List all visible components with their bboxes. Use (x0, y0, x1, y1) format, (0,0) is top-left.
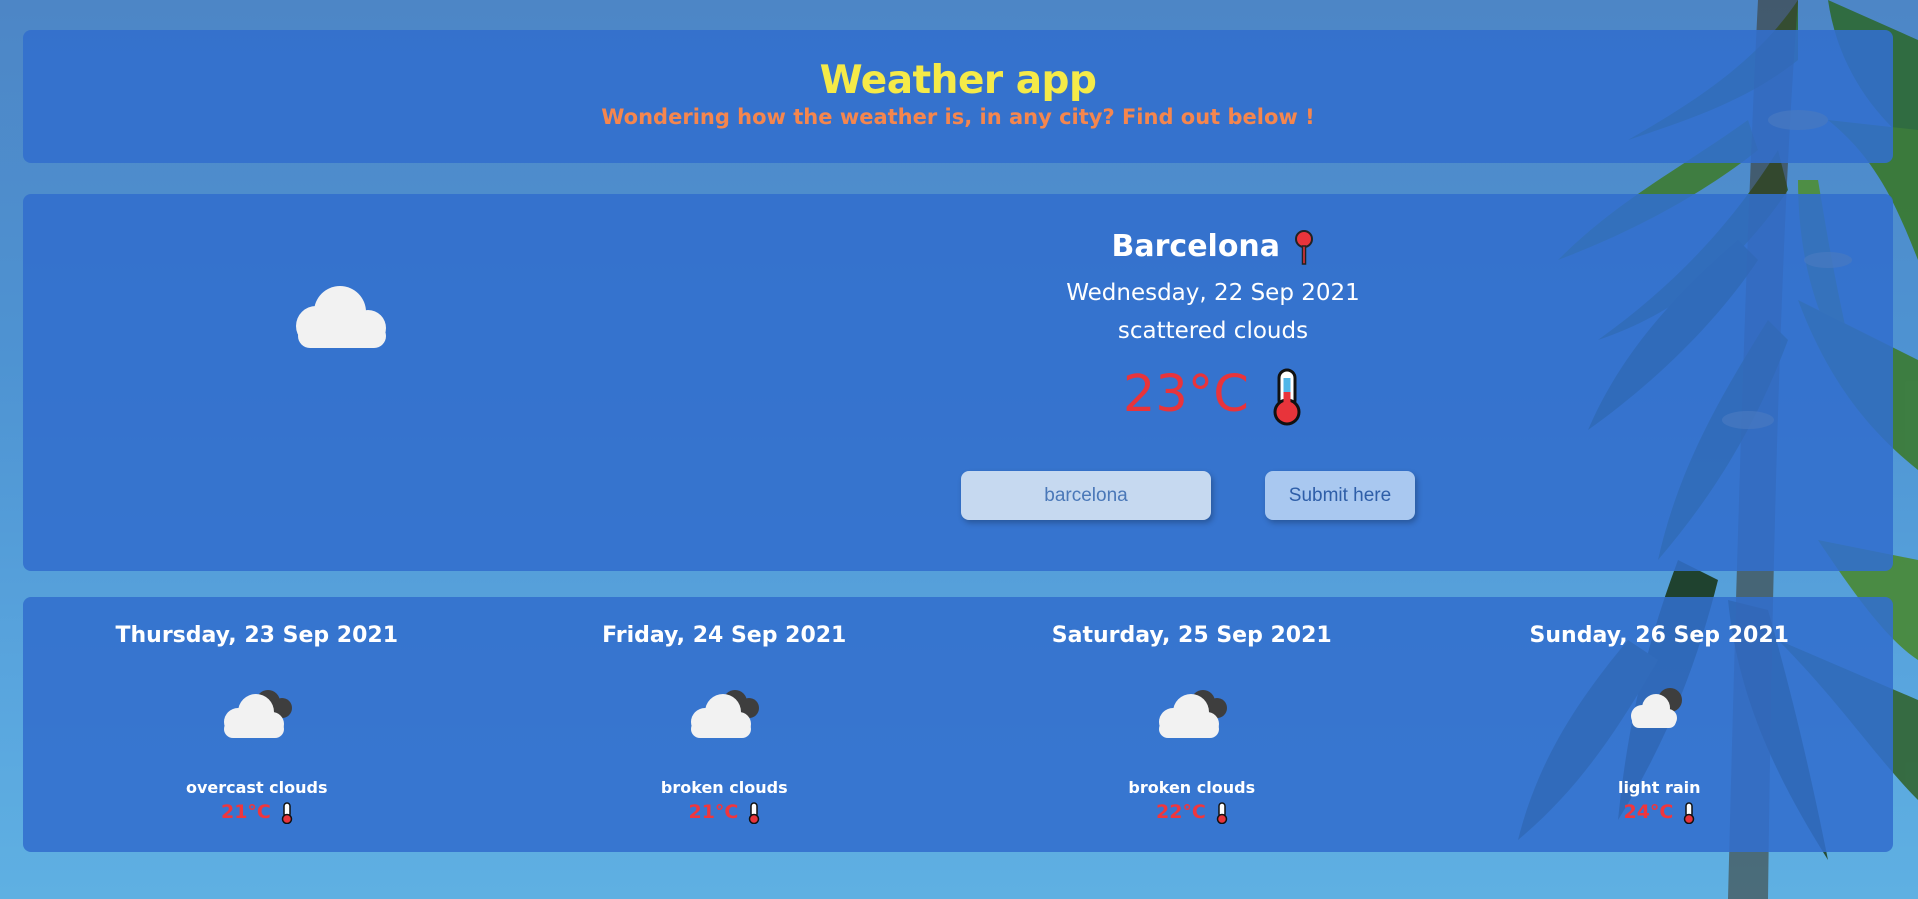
forecast-temperature-line: 22°C (958, 801, 1426, 824)
forecast-description: overcast clouds (185, 778, 328, 797)
thermometer-icon (748, 801, 760, 824)
forecast-temperature-line: 21°C (491, 801, 959, 824)
current-temperature: 23°C (1122, 365, 1249, 424)
forecast-card: Thursday, 23 Sep 2021 overcast clouds 21… (23, 597, 491, 852)
app-title: Weather app (819, 58, 1097, 103)
submit-button[interactable]: Submit here (1265, 471, 1415, 520)
forecast-temperature-line: 24°C (1426, 801, 1894, 824)
forecast-temperature: 22°C (1155, 801, 1206, 823)
forecast-temperature: 24°C (1623, 801, 1674, 823)
thermometer-icon (1683, 801, 1695, 824)
forecast-description: broken clouds (660, 778, 788, 797)
location-pin-icon (1295, 229, 1314, 265)
current-weather-info: Barcelona Wednesday, 22 Sep 2021 scatter… (943, 224, 1483, 430)
app-subtitle: Wondering how the weather is, in any cit… (601, 104, 1315, 129)
scattered-clouds-icon (296, 286, 386, 348)
forecast-row: Thursday, 23 Sep 2021 overcast clouds 21… (23, 597, 1893, 852)
forecast-date: Sunday, 26 Sep 2021 (1529, 623, 1789, 648)
forecast-temperature: 21°C (688, 801, 739, 823)
overcast-clouds-icon (223, 690, 292, 738)
current-temperature-line: 23°C (943, 360, 1483, 430)
current-weather-panel: Barcelona Wednesday, 22 Sep 2021 scatter… (23, 194, 1893, 571)
forecast-description: broken clouds (1128, 778, 1256, 797)
forecast-temperature: 21°C (220, 801, 271, 823)
thermometer-icon (1273, 368, 1301, 426)
forecast-panel: Thursday, 23 Sep 2021 overcast clouds 21… (23, 597, 1893, 852)
current-date: Wednesday, 22 Sep 2021 (1066, 280, 1360, 306)
thermometer-icon (281, 801, 292, 824)
light-rain-icon (1631, 688, 1683, 728)
forecast-date: Friday, 24 Sep 2021 (602, 623, 847, 648)
header-panel: Weather app Wondering how the weather is… (23, 30, 1893, 163)
forecast-date: Saturday, 25 Sep 2021 (1051, 623, 1332, 648)
forecast-temperature-line: 21°C (23, 801, 491, 824)
forecast-date: Thursday, 23 Sep 2021 (115, 623, 399, 648)
forecast-card: Sunday, 26 Sep 2021 light rain 24°C (1426, 597, 1894, 852)
broken-clouds-icon (1158, 690, 1227, 738)
forecast-description: light rain (1617, 778, 1701, 797)
broken-clouds-icon (691, 690, 760, 738)
city-name: Barcelona (1111, 229, 1281, 264)
thermometer-icon (1216, 801, 1227, 824)
forecast-card: Saturday, 25 Sep 2021 broken clouds 22°C (958, 597, 1426, 852)
forecast-card: Friday, 24 Sep 2021 broken clouds 21°C (491, 597, 959, 852)
city-heading: Barcelona (943, 224, 1483, 270)
current-description: scattered clouds (1117, 318, 1309, 344)
city-search-input[interactable] (961, 471, 1211, 520)
